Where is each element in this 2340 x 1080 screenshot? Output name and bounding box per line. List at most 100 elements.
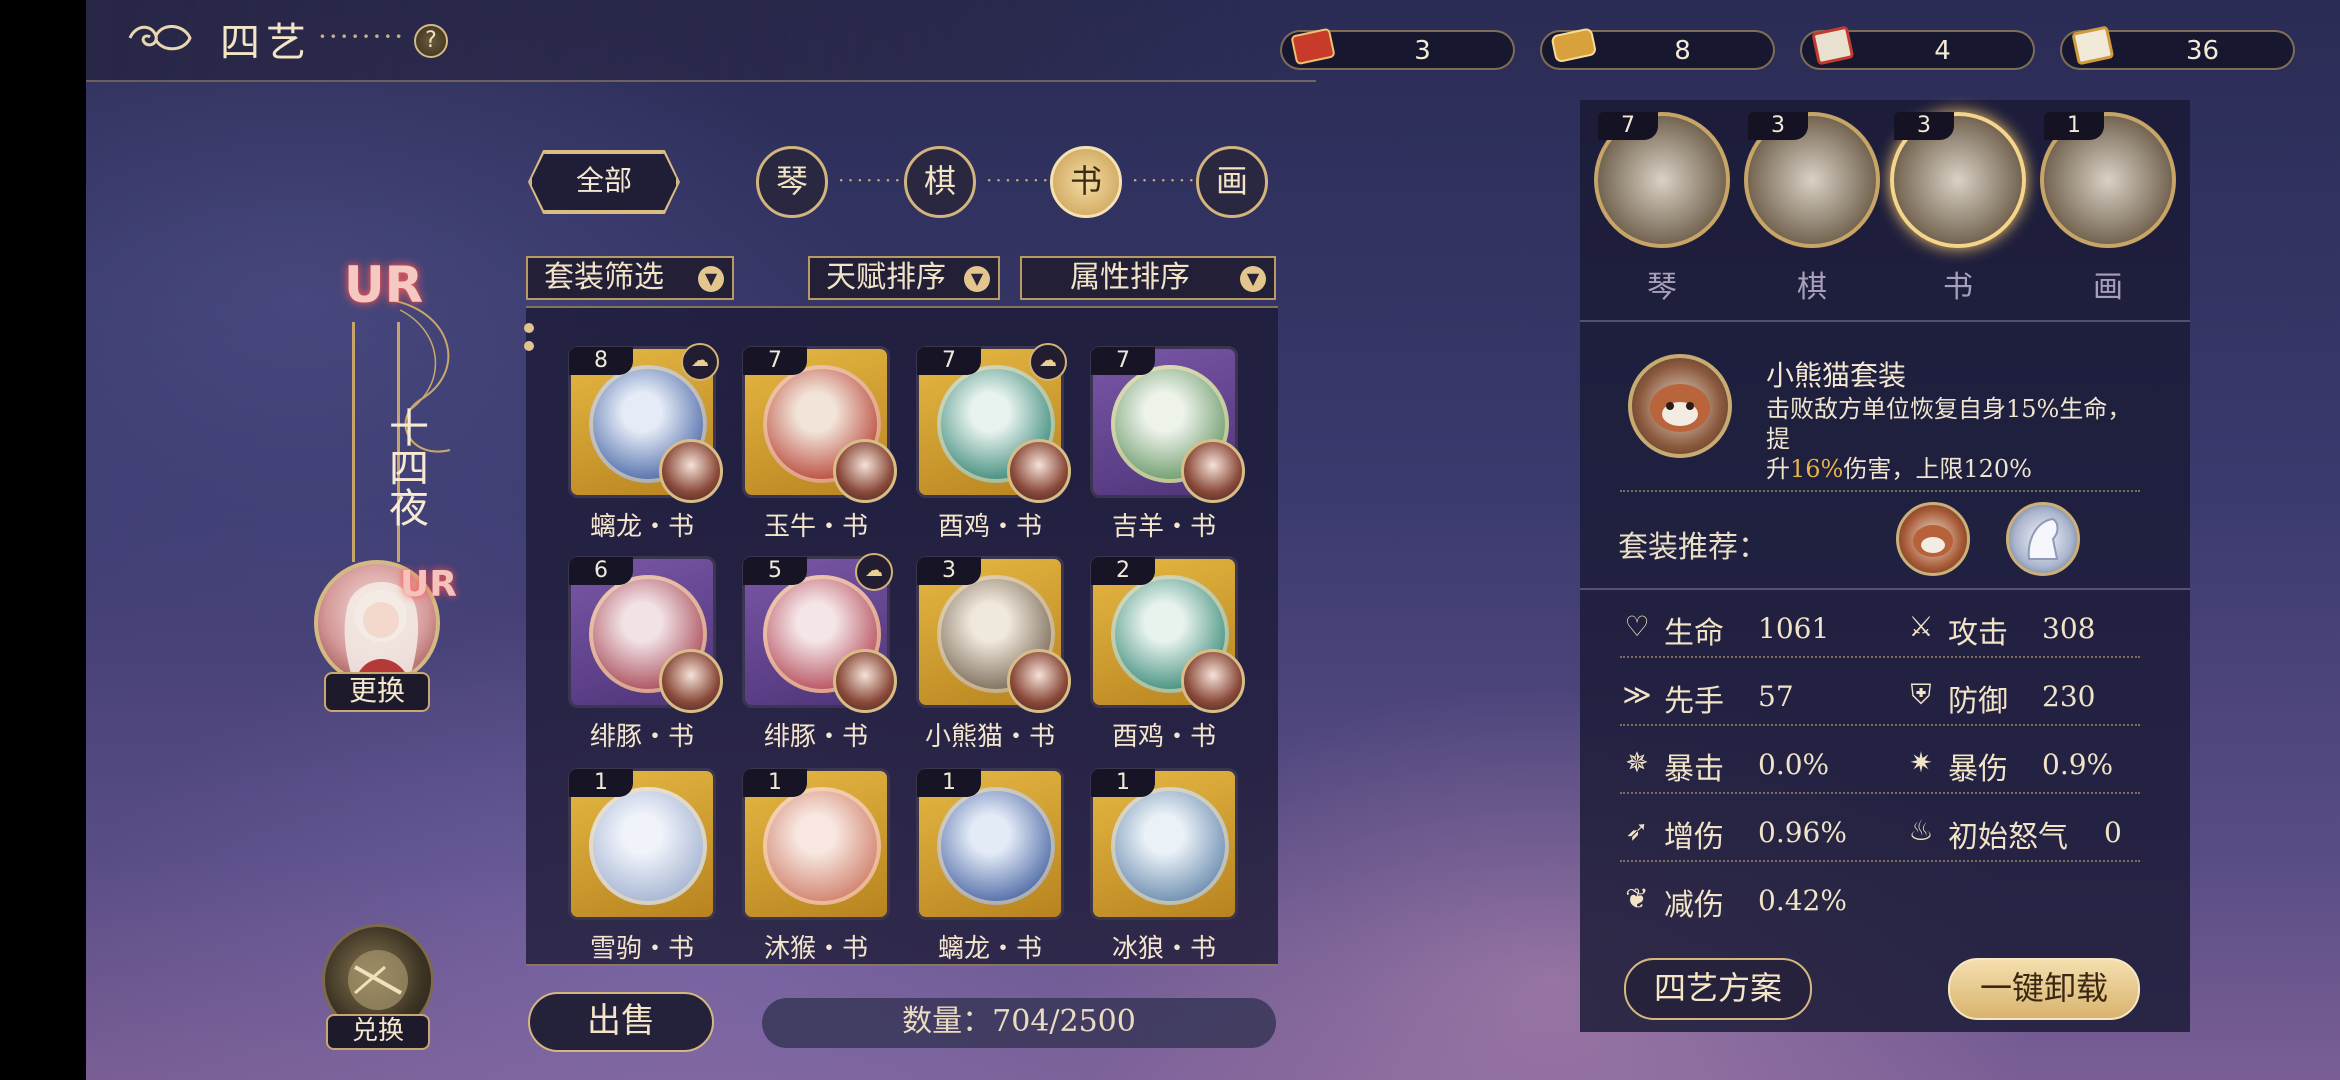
- item-art-icon: [1111, 787, 1229, 905]
- inventory-item[interactable]: 1: [742, 768, 890, 920]
- item-count: 1: [743, 769, 807, 797]
- stat-value: 1061: [1758, 612, 1830, 645]
- item-label: 雪驹・书: [589, 934, 694, 964]
- item-art-icon: [589, 787, 707, 905]
- recommend-set-red-panda[interactable]: [1896, 502, 1970, 576]
- item-label: 玉牛・书: [763, 512, 868, 542]
- tab-qin[interactable]: 琴: [756, 146, 828, 218]
- inventory-item[interactable]: 1: [916, 768, 1064, 920]
- tab-all[interactable]: 全部: [530, 152, 678, 212]
- item-count: 5: [743, 557, 807, 585]
- swap-character-button[interactable]: 更换: [324, 672, 430, 712]
- item-label: 绯豚・书: [763, 722, 868, 752]
- set-filter-dropdown[interactable]: 套装筛选 ▼: [526, 256, 734, 300]
- stat-label: 暴伤: [1948, 752, 2008, 787]
- owner-avatar-icon: [833, 649, 897, 713]
- plan-button[interactable]: 四艺方案: [1624, 958, 1812, 1020]
- tab-connector: ·······: [838, 168, 904, 192]
- item-label: 螭龙・书: [937, 934, 1042, 964]
- item-count: 1: [917, 769, 981, 797]
- dotted-divider: [1620, 490, 2140, 492]
- inventory-item[interactable]: 7: [742, 346, 897, 503]
- currency-value: 36: [2185, 36, 2220, 66]
- item-count: 7: [917, 347, 981, 375]
- stat-label: 攻击: [1948, 616, 2008, 651]
- set-desc-line-2: 升16%伤害，上限120%: [1766, 455, 2032, 483]
- talent-sort-label: 天赋排序: [826, 260, 946, 295]
- equip-count: 3: [1748, 112, 1808, 140]
- set-name: 小熊猫套装: [1766, 359, 1907, 392]
- currency-scroll-book[interactable]: 4: [1800, 26, 2035, 70]
- title-bar: 四艺 ········ ?: [86, 0, 1316, 82]
- currency-scroll-gold[interactable]: 8: [1540, 28, 1775, 70]
- inventory-item[interactable]: 7 ☁: [916, 343, 1071, 503]
- stat-value: 230: [2042, 680, 2096, 713]
- inventory-item[interactable]: 6: [568, 556, 723, 713]
- stat-value: 0.42%: [1758, 884, 1847, 917]
- unload-all-button[interactable]: 一键卸载: [1948, 958, 2140, 1020]
- set-filter-label: 套装筛选: [544, 260, 664, 295]
- chevron-down-icon: ▼: [1240, 266, 1266, 292]
- attr-sort-dropdown[interactable]: 属性排序 ▼: [1020, 256, 1276, 300]
- stat-value: 0: [2104, 816, 2122, 849]
- stat-label: 生命: [1664, 616, 1724, 651]
- currency-scroll-red[interactable]: 3: [1280, 28, 1515, 70]
- item-count: 6: [569, 557, 633, 585]
- inventory-item[interactable]: 3: [916, 556, 1071, 713]
- sell-button[interactable]: 出售: [528, 992, 714, 1052]
- item-art-icon: [763, 787, 881, 905]
- exchange-button[interactable]: 兑换: [326, 1014, 430, 1050]
- tab-hua[interactable]: 画: [1196, 146, 1268, 218]
- equip-count: 3: [1894, 112, 1954, 140]
- stat-label: 防御: [1948, 684, 2008, 719]
- currency-scroll-painting[interactable]: 36: [2060, 26, 2295, 70]
- equip-label: 棋: [1797, 270, 1827, 305]
- inventory-item[interactable]: 8 ☁: [568, 343, 723, 503]
- scroll-indicator[interactable]: [522, 320, 536, 360]
- quantity-display: 数量：704/2500: [762, 998, 1276, 1048]
- highlight-value: 16%: [1790, 455, 1844, 483]
- cloud-back-icon[interactable]: [126, 18, 194, 58]
- recommend-label: 套装推荐：: [1618, 530, 1768, 565]
- item-count: 2: [1091, 557, 1155, 585]
- talent-sort-dropdown[interactable]: 天赋排序 ▼: [808, 256, 1000, 300]
- inventory-item[interactable]: 2: [1090, 556, 1245, 713]
- owner-avatar-icon: [1007, 649, 1071, 713]
- stat-label: 先手: [1664, 684, 1724, 719]
- tab-connector: ·······: [986, 168, 1052, 192]
- item-label: 绯豚・书: [589, 722, 694, 752]
- item-art-icon: [937, 787, 1055, 905]
- rarity-badge: UR: [344, 256, 424, 314]
- item-label: 沐猴・书: [763, 934, 868, 964]
- stat-label: 增伤: [1664, 820, 1724, 855]
- page-title: 四艺: [220, 20, 312, 66]
- help-icon[interactable]: ?: [414, 24, 448, 58]
- item-count: 7: [1091, 347, 1155, 375]
- inventory-item[interactable]: 5 ☁: [742, 553, 897, 713]
- heart-icon: ♡: [1624, 610, 1650, 643]
- item-count: 7: [743, 347, 807, 375]
- inventory-item[interactable]: 7: [1090, 346, 1245, 503]
- chevron-down-icon: ▼: [964, 266, 990, 292]
- stat-value: 0.0%: [1758, 748, 1830, 781]
- white-horse-icon: [2027, 517, 2059, 560]
- equip-count: 7: [1598, 112, 1658, 140]
- currency-value: 3: [1414, 36, 1431, 66]
- stat-value: 57: [1758, 680, 1794, 713]
- inventory-item[interactable]: 1: [568, 768, 716, 920]
- currency-value: 8: [1674, 36, 1691, 66]
- character-name: 十四夜: [382, 407, 428, 527]
- set-bonus-icon: ☁: [855, 553, 893, 591]
- inventory-item[interactable]: 1: [1090, 768, 1238, 920]
- scroll-red-icon: [1291, 28, 1335, 65]
- recommend-set-horse[interactable]: [2006, 502, 2080, 576]
- tab-shu[interactable]: 书: [1050, 146, 1122, 218]
- stat-label: 暴击: [1664, 752, 1724, 787]
- item-count: 3: [917, 557, 981, 585]
- dotted-divider: [1620, 792, 2140, 794]
- speed-icon: ≫: [1622, 678, 1652, 711]
- item-label: 小熊猫・书: [924, 722, 1055, 752]
- stat-label: 初始怒气: [1948, 820, 2068, 855]
- tab-qi[interactable]: 棋: [904, 146, 976, 218]
- equip-label: 书: [1943, 270, 1973, 305]
